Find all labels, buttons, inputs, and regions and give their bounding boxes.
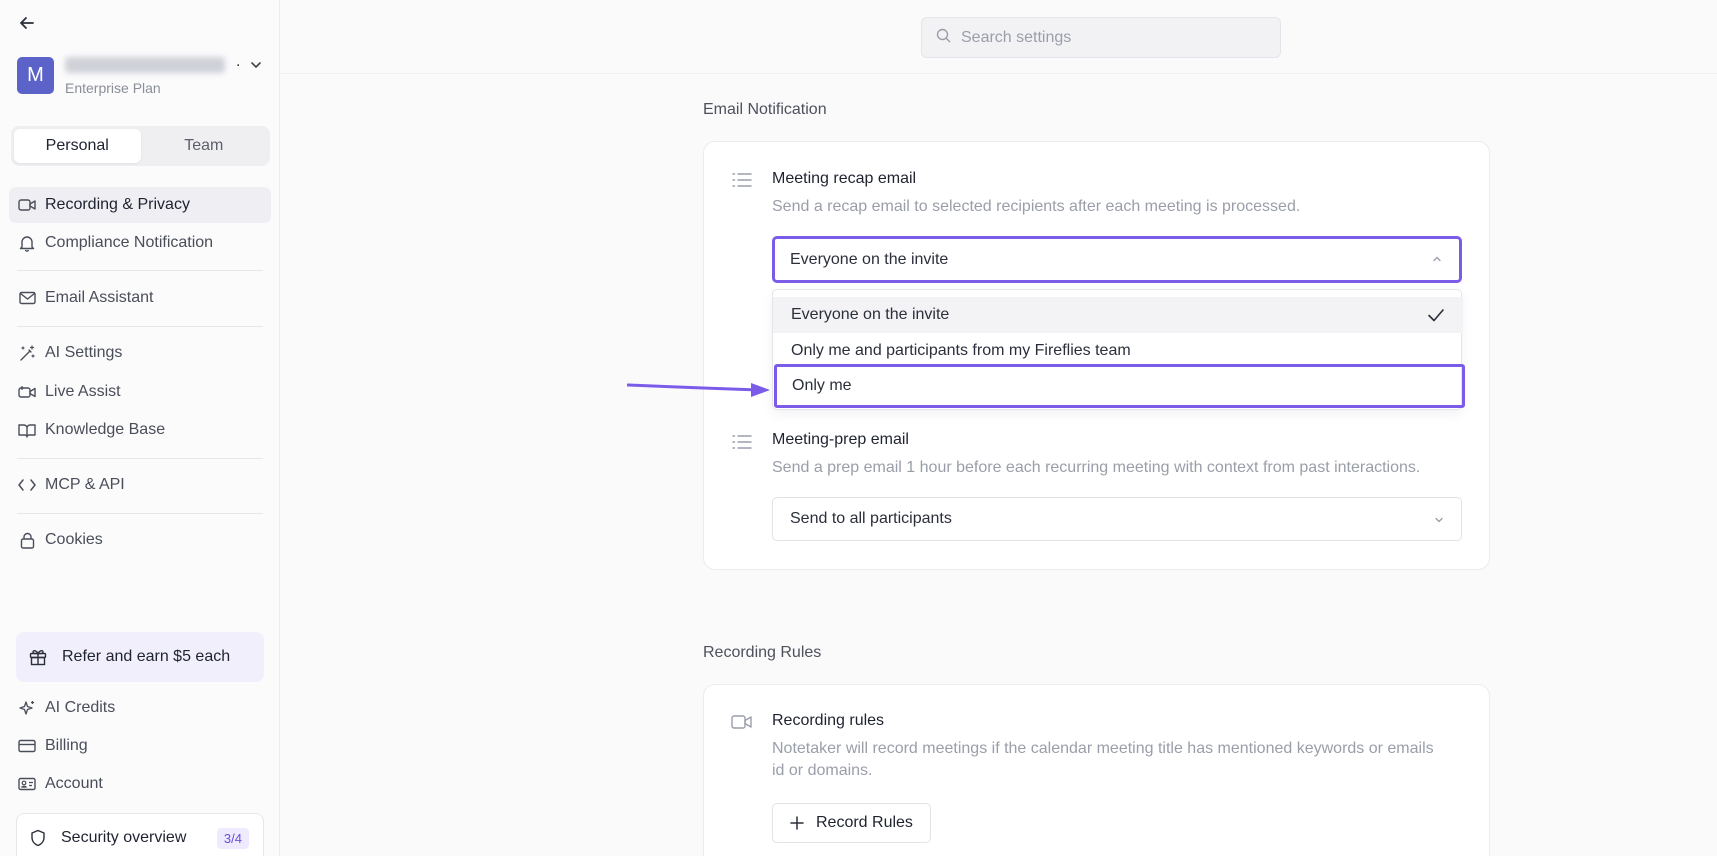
credit-card-icon xyxy=(18,737,36,755)
chevron-down-icon xyxy=(249,58,263,77)
status-badge: 3/4 xyxy=(216,828,249,849)
gift-icon xyxy=(29,647,49,667)
sidebar-item-label: Live Assist xyxy=(45,383,121,400)
sidebar-item-label: AI Credits xyxy=(45,699,116,716)
recap-recipients-select[interactable]: Everyone on the invite xyxy=(772,236,1462,283)
sidebar-item-compliance-notification[interactable]: Compliance Notification xyxy=(9,225,271,261)
video-camera-icon xyxy=(18,196,36,214)
video-plus-icon xyxy=(18,383,36,401)
search-icon xyxy=(936,28,951,48)
option-only-me[interactable]: Only me xyxy=(774,364,1465,408)
video-camera-icon xyxy=(731,713,753,731)
sidebar-item-label: Billing xyxy=(45,737,88,754)
sidebar-item-label: Recording & Privacy xyxy=(45,196,190,213)
recording-rules-description: Notetaker will record meetings if the ca… xyxy=(772,738,1434,782)
search-bar[interactable] xyxy=(921,17,1281,58)
ellipsis-dot: . xyxy=(236,53,241,70)
sidebar-item-label: Knowledge Base xyxy=(45,421,166,438)
sidebar-item-label: Cookies xyxy=(45,531,103,548)
prep-email-description: Send a prep email 1 hour before each rec… xyxy=(772,459,1421,476)
drag-handle-icon[interactable] xyxy=(731,433,753,451)
pointer-arrow-icon xyxy=(627,383,770,397)
plus-icon xyxy=(790,816,804,830)
drag-handle-icon[interactable] xyxy=(731,171,753,189)
arrow-left-icon xyxy=(18,14,36,37)
sidebar-item-label: Compliance Notification xyxy=(45,234,214,251)
divider xyxy=(17,458,263,459)
refer-earn-button[interactable]: Refer and earn $5 each xyxy=(16,632,264,682)
option-everyone-on-invite[interactable]: Everyone on the invite xyxy=(773,297,1463,333)
back-button[interactable] xyxy=(16,14,38,36)
recap-email-title: Meeting recap email xyxy=(772,170,917,187)
refer-label: Refer and earn $5 each xyxy=(62,648,231,665)
option-label: Only me xyxy=(792,377,852,394)
select-value: Send to all participants xyxy=(790,510,952,527)
description-line: id or domains. xyxy=(772,762,873,779)
sidebar-item-label: AI Settings xyxy=(45,344,123,361)
recap-email-description: Send a recap email to selected recipient… xyxy=(772,198,1301,215)
sidebar-item-live-assist[interactable]: Live Assist xyxy=(9,374,271,410)
option-label: Everyone on the invite xyxy=(791,306,950,323)
sidebar-item-mcp-api[interactable]: MCP & API xyxy=(9,467,271,503)
shield-icon xyxy=(30,828,50,848)
bell-icon xyxy=(18,234,36,252)
chevron-up-icon xyxy=(1431,252,1443,270)
divider xyxy=(17,270,263,271)
sidebar-item-knowledge-base[interactable]: Knowledge Base xyxy=(9,412,271,448)
section-title-email-notification: Email Notification xyxy=(703,101,827,118)
record-rules-label: Record Rules xyxy=(816,814,913,831)
divider xyxy=(17,326,263,327)
divider xyxy=(17,513,263,514)
recording-rules-title: Recording rules xyxy=(772,712,885,729)
scope-toggle: Personal Team xyxy=(11,126,270,166)
mail-icon xyxy=(18,289,36,307)
sidebar-item-label: Account xyxy=(45,775,103,792)
sidebar-item-recording-privacy[interactable]: Recording & Privacy xyxy=(9,187,271,223)
option-label: Only me and participants from my Firefli… xyxy=(791,342,1131,359)
check-icon xyxy=(1427,306,1445,329)
sidebar-item-label: MCP & API xyxy=(45,476,125,493)
book-open-icon xyxy=(18,421,36,439)
id-card-icon xyxy=(18,775,36,793)
sidebar-item-billing[interactable]: Billing xyxy=(9,728,271,764)
account-email-blurred xyxy=(65,57,225,73)
sidebar-item-ai-settings[interactable]: AI Settings xyxy=(9,335,271,371)
search-input[interactable] xyxy=(961,28,1261,47)
tab-team[interactable]: Team xyxy=(141,129,268,163)
security-overview-button[interactable]: Security overview 3/4 xyxy=(16,813,264,856)
sidebar-item-email-assistant[interactable]: Email Assistant xyxy=(9,280,271,316)
section-title-recording-rules: Recording Rules xyxy=(703,644,822,661)
security-label: Security overview xyxy=(61,829,187,846)
sidebar-item-cookies[interactable]: Cookies xyxy=(9,522,271,558)
chevron-down-icon xyxy=(1433,513,1445,531)
prep-email-title: Meeting-prep email xyxy=(772,431,909,448)
account-plan: Enterprise Plan xyxy=(65,80,161,96)
recap-recipients-dropdown: Everyone on the invite Only me and parti… xyxy=(772,289,1465,410)
select-value: Everyone on the invite xyxy=(790,250,949,268)
sparkles-icon xyxy=(18,699,36,717)
lock-icon xyxy=(18,531,36,549)
sidebar: M . Enterprise Plan Personal Team Record… xyxy=(0,0,280,856)
magic-wand-icon xyxy=(18,344,36,362)
description-line: Notetaker will record meetings if the ca… xyxy=(772,740,1434,757)
record-rules-button[interactable]: Record Rules xyxy=(772,803,931,843)
sidebar-item-account[interactable]: Account xyxy=(9,766,271,802)
avatar: M xyxy=(17,57,54,94)
sidebar-item-ai-credits[interactable]: AI Credits xyxy=(9,690,271,726)
sidebar-item-label: Email Assistant xyxy=(45,289,154,306)
account-switcher[interactable]: M . Enterprise Plan xyxy=(17,53,267,99)
prep-recipients-select[interactable]: Send to all participants xyxy=(772,497,1462,541)
code-icon xyxy=(18,476,36,494)
tab-personal[interactable]: Personal xyxy=(14,129,141,163)
